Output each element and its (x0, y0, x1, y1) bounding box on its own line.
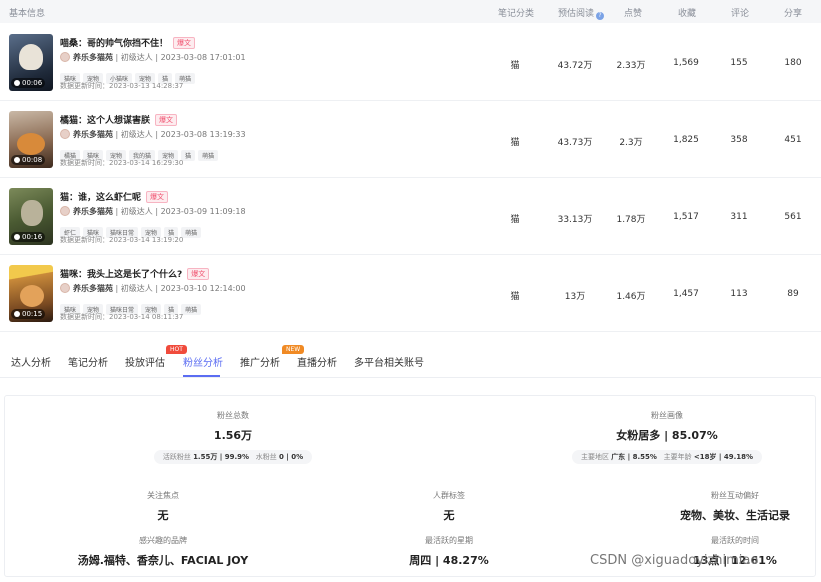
new-badge: NEW (282, 345, 305, 354)
cell-comments: 311 (730, 212, 748, 222)
avatar[interactable] (60, 52, 70, 62)
cell-likes: 2.3万 (619, 138, 643, 148)
interested-brands: 感兴趣的品牌 汤姆.福特、香奈儿、FACIAL JOY (77, 536, 249, 567)
col-est-reads-label: 预估阅读 (558, 9, 595, 19)
cell-comments: 155 (730, 58, 748, 68)
avatar[interactable] (60, 283, 70, 293)
tab-placement-evaluation[interactable]: 投放评估 (125, 354, 165, 369)
col-shares[interactable]: 分享 (784, 6, 802, 19)
cell-comments: 113 (730, 289, 748, 299)
col-favorites[interactable]: 收藏 (678, 6, 696, 19)
fan-portrait: 粉丝画像 女粉居多 | 85.07% 主要地区 广东 | 8.55% 主要年龄 … (547, 410, 787, 464)
note-title[interactable]: 橘猫：这个人想谋害朕 爆文 (60, 113, 178, 126)
table-header: 基本信息 笔记分类 预估阅读? 点赞 收藏 评论 分享 (0, 0, 821, 23)
table-row[interactable]: 00:16 猫：谁，这么虾仁呢 爆文 养乐多猫苑 | 初级达人 | 2023-03… (0, 178, 821, 255)
hot-badge: HOT (166, 345, 187, 354)
update-time: 数据更新时间：2023-03-14 08:11:37 (60, 313, 184, 321)
note-title[interactable]: 猫咪：我头上这是长了个什么? 爆文 (60, 267, 210, 280)
cell-shares: 89 (787, 289, 799, 299)
cell-shares: 180 (784, 58, 802, 68)
note-author: 养乐多猫苑 | 初级达人 | 2023-03-09 11:09:18 (60, 206, 246, 217)
note-author: 养乐多猫苑 | 初级达人 | 2023-03-08 17:01:01 (60, 52, 246, 63)
tab-live-analysis[interactable]: 直播分析 (297, 354, 337, 369)
video-duration: 00:16 (11, 232, 46, 242)
tag: 萌猫 (181, 227, 202, 238)
watermark: CSDN @xiguadoyizhimiao (590, 553, 759, 568)
table-row[interactable]: 00:15 猫咪：我头上这是长了个什么? 爆文 养乐多猫苑 | 初级达人 | 20… (0, 255, 821, 332)
table-row[interactable]: 00:08 橘猫：这个人想谋害朕 爆文 养乐多猫苑 | 初级达人 | 2023-0… (0, 101, 821, 178)
update-time: 数据更新时间：2023-03-14 16:29:30 (60, 159, 184, 167)
note-author: 养乐多猫苑 | 初级达人 | 2023-03-10 12:14:00 (60, 283, 246, 294)
viral-badge: 爆文 (173, 37, 196, 49)
cell-reads: 43.73万 (557, 138, 593, 148)
play-icon (14, 311, 20, 317)
active-tab-indicator (183, 375, 220, 377)
avatar[interactable] (60, 129, 70, 139)
cell-likes: 2.33万 (616, 61, 646, 71)
crowd-tags: 人群标签 无 (433, 491, 465, 522)
viral-badge: 爆文 (187, 268, 210, 280)
note-title[interactable]: 猫：谁，这么虾仁呢 爆文 (60, 190, 169, 203)
video-thumbnail[interactable]: 00:08 (9, 111, 53, 168)
cell-category: 猫 (510, 292, 520, 302)
col-est-reads[interactable]: 预估阅读? (558, 6, 605, 20)
fan-analysis-panel: 粉丝总数 1.56万 活跃粉丝 1.55万 | 99.9% 水粉丝 0 | 0%… (4, 395, 816, 577)
cell-reads: 13万 (564, 292, 586, 302)
col-comments[interactable]: 评论 (731, 6, 749, 19)
fan-total-breakdown: 活跃粉丝 1.55万 | 99.9% 水粉丝 0 | 0% (153, 450, 313, 464)
most-active-weekday: 最活跃的星期 周四 | 48.27% (409, 536, 489, 567)
avatar[interactable] (60, 206, 70, 216)
viral-badge: 爆文 (146, 191, 169, 203)
update-time: 数据更新时间：2023-03-13 14:28:37 (60, 82, 184, 90)
cell-shares: 561 (784, 212, 802, 222)
update-time: 数据更新时间：2023-03-14 13:19:20 (60, 236, 184, 244)
play-icon (14, 157, 20, 163)
tab-note-analysis[interactable]: 笔记分析 (68, 354, 108, 369)
cell-comments: 358 (730, 135, 748, 145)
cell-shares: 451 (784, 135, 802, 145)
video-duration: 00:15 (11, 309, 46, 319)
cell-category: 猫 (510, 215, 520, 225)
col-category[interactable]: 笔记分类 (498, 6, 534, 19)
tag: 萌猫 (181, 304, 202, 315)
video-thumbnail[interactable]: 00:16 (9, 188, 53, 245)
col-likes[interactable]: 点赞 (624, 6, 642, 19)
video-duration: 00:06 (11, 78, 46, 88)
tab-promotion-analysis[interactable]: 推广分析 (240, 354, 280, 369)
note-title[interactable]: 喵桑：哥的帅气你挡不住！ 爆文 (60, 36, 196, 49)
video-thumbnail[interactable]: 00:15 (9, 265, 53, 322)
tab-fan-analysis[interactable]: 粉丝分析 (183, 354, 223, 369)
viral-badge: 爆文 (155, 114, 178, 126)
video-duration: 00:08 (11, 155, 46, 165)
tab-influencer-analysis[interactable]: 达人分析 (11, 354, 51, 369)
cell-category: 猫 (510, 138, 520, 148)
cell-likes: 1.46万 (616, 292, 646, 302)
table-row[interactable]: 00:06 喵桑：哥的帅气你挡不住！ 爆文 养乐多猫苑 | 初级达人 | 2023… (0, 24, 821, 101)
video-thumbnail[interactable]: 00:06 (9, 34, 53, 91)
tag: 萌猫 (198, 150, 219, 161)
cell-category: 猫 (510, 61, 520, 71)
cell-favorites: 1,825 (673, 135, 699, 145)
cell-likes: 1.78万 (616, 215, 646, 225)
play-icon (14, 80, 20, 86)
interaction-preference: 粉丝互动偏好 宠物、美妆、生活记录 (680, 491, 790, 522)
cell-reads: 43.72万 (557, 61, 593, 71)
fan-portrait-breakdown: 主要地区 广东 | 8.55% 主要年龄 <18岁 | 49.18% (571, 450, 763, 464)
help-icon[interactable]: ? (596, 12, 605, 20)
cell-favorites: 1,569 (673, 58, 699, 68)
cell-reads: 33.13万 (557, 215, 593, 225)
cell-favorites: 1,517 (673, 212, 699, 222)
tab-multi-platform-accounts[interactable]: 多平台相关账号 (354, 354, 424, 369)
fan-total: 粉丝总数 1.56万 活跃粉丝 1.55万 | 99.9% 水粉丝 0 | 0% (143, 410, 323, 464)
col-basic-info: 基本信息 (9, 9, 46, 19)
analysis-tabs: 达人分析 笔记分析 投放评估 HOT 粉丝分析 推广分析 NEW 直播分析 多平… (0, 340, 821, 378)
focus-points: 关注焦点 无 (147, 491, 179, 522)
note-author: 养乐多猫苑 | 初级达人 | 2023-03-08 13:19:33 (60, 129, 246, 140)
play-icon (14, 234, 20, 240)
cell-favorites: 1,457 (673, 289, 699, 299)
